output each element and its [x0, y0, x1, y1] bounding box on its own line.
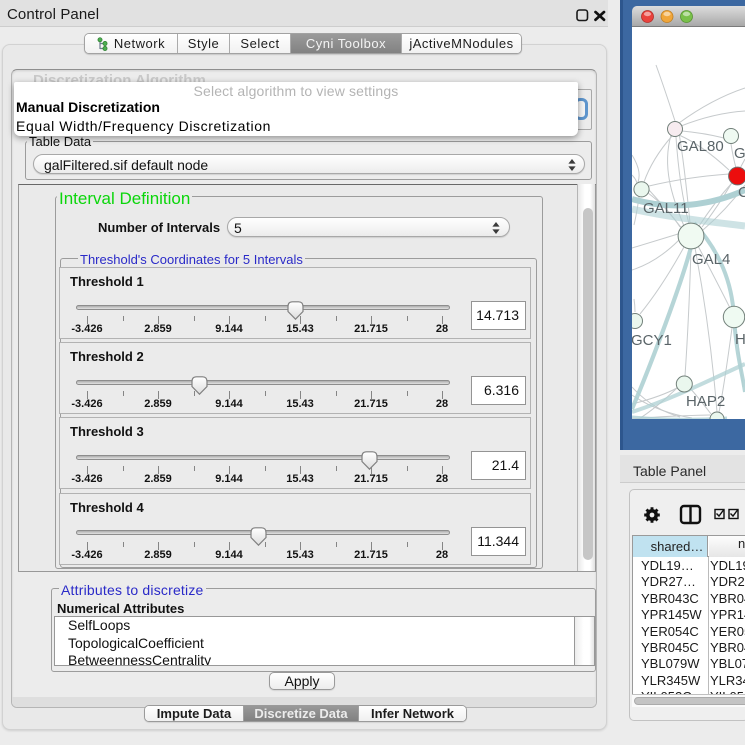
svg-text:GAL4: GAL4	[692, 251, 730, 268]
svg-text:GAL11: GAL11	[643, 200, 689, 217]
svg-text:HAP2: HAP2	[686, 393, 725, 410]
svg-text:GAL80: GAL80	[677, 138, 724, 155]
svg-text:H: H	[735, 331, 745, 348]
svg-text:C: C	[738, 184, 745, 201]
svg-text:GCY1: GCY1	[632, 332, 672, 349]
svg-text:GA: GA	[734, 145, 745, 162]
